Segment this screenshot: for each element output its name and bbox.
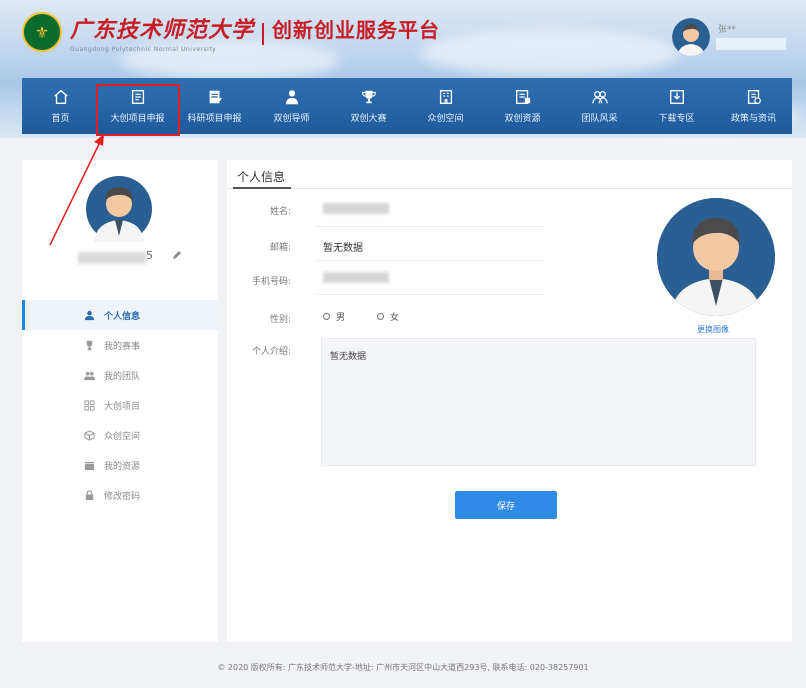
nav-label: 双创导师 <box>273 114 310 124</box>
nav-resources[interactable]: 双创资源 <box>484 78 561 134</box>
intro-textarea[interactable]: 暂无数据 <box>321 338 756 466</box>
nav-label: 双创资源 <box>504 114 541 124</box>
title-underline <box>233 187 291 189</box>
nav-mentor[interactable]: 双创导师 <box>253 78 330 134</box>
home-icon <box>53 89 68 104</box>
annotation-highlight-box <box>96 84 180 136</box>
project-icon <box>84 399 95 411</box>
nav-label: 政策与资讯 <box>730 114 776 124</box>
platform-title: 创新创业服务平台 <box>272 18 441 42</box>
nav-research-project[interactable]: 科研项目申报 <box>176 78 253 134</box>
radio-label: 女 <box>390 313 400 323</box>
menu-item-maker-space[interactable]: 众创空间 <box>22 420 218 450</box>
active-indicator <box>22 300 25 330</box>
sidebar-username-blur <box>78 252 146 264</box>
menu-label: 个人信息 <box>104 311 141 322</box>
user-avatar[interactable] <box>672 18 710 56</box>
radio-circle <box>323 313 330 320</box>
menu-item-personal-info[interactable]: 个人信息 <box>22 300 218 330</box>
nav-label: 下载专区 <box>658 114 695 124</box>
change-avatar-link[interactable]: 更换图像 <box>697 324 729 335</box>
panel-title: 个人信息 <box>237 170 286 184</box>
mentor-icon <box>285 90 298 105</box>
sidebar-username-suffix: 5 <box>146 249 153 262</box>
nav-maker-space[interactable]: 众创空间 <box>407 78 484 134</box>
school-name-en: Guangdong Polytechnic Normal University <box>70 45 217 53</box>
nav-label: 双创大赛 <box>350 114 387 124</box>
user-icon <box>84 310 95 320</box>
profile-panel: 个人信息 姓名: 邮箱: 暂无数据 手机号码: 性别: 男 女 个人介绍: 暂无… <box>227 160 792 642</box>
menu-item-my-competitions[interactable]: 我的赛事 <box>22 330 218 360</box>
avatar-person-icon <box>657 198 775 316</box>
profile-menu: 个人信息 我的赛事 我的团队 大创项目 众创空间 我的资源 修改密码 <box>22 300 218 510</box>
email-label: 邮箱: <box>269 243 291 253</box>
name-value-blur <box>323 203 389 214</box>
nav-label: 首页 <box>51 114 70 124</box>
radio-circle <box>377 313 384 320</box>
policy-icon <box>747 90 761 104</box>
nav-competition[interactable]: 双创大赛 <box>330 78 407 134</box>
menu-item-change-password[interactable]: 修改密码 <box>22 480 218 510</box>
title-divider <box>227 188 792 189</box>
field-divider <box>315 260 545 261</box>
intro-label: 个人介绍: <box>251 347 291 357</box>
menu-item-my-team[interactable]: 我的团队 <box>22 360 218 390</box>
sidebar-avatar[interactable] <box>86 176 152 242</box>
resource-icon <box>515 90 530 104</box>
save-button[interactable]: 保存 <box>455 491 557 519</box>
team-icon <box>84 371 95 380</box>
school-name-cn: 广东技术师范大学 <box>70 17 255 43</box>
menu-item-my-resources[interactable]: 我的资源 <box>22 450 218 480</box>
trophy-icon <box>86 340 93 350</box>
field-divider <box>315 226 545 227</box>
building-icon <box>439 90 452 104</box>
gender-female-radio[interactable]: 女 <box>377 310 399 323</box>
nav-policy[interactable]: 政策与资讯 <box>715 78 792 134</box>
folder-icon <box>84 461 95 470</box>
school-emblem-icon: ⚜ <box>22 12 62 53</box>
header-user-name[interactable]: 张** <box>718 22 736 35</box>
nav-home[interactable]: 首页 <box>22 78 99 134</box>
title-divider <box>262 22 265 45</box>
footer-copyright: © 2020 版权所有: 广东技术师范大学-地址: 广州市天河区中山大道西293… <box>217 663 589 672</box>
trophy-icon <box>361 90 376 104</box>
nav-team[interactable]: 团队风采 <box>561 78 638 134</box>
phone-label: 手机号码: <box>251 277 291 287</box>
menu-label: 我的赛事 <box>104 341 141 352</box>
gender-male-radio[interactable]: 男 <box>323 310 345 323</box>
radio-label: 男 <box>336 313 346 323</box>
intro-value: 暂无数据 <box>330 352 367 362</box>
nav-label: 科研项目申报 <box>187 114 242 124</box>
download-icon <box>669 90 684 104</box>
menu-label: 我的资源 <box>104 461 141 472</box>
header-decoration <box>420 30 680 76</box>
profile-sidebar: 5 个人信息 我的赛事 我的团队 大创项目 众创空间 我的资源 修改密码 <box>22 160 218 642</box>
document-check-icon <box>209 90 222 104</box>
edit-pencil-icon[interactable] <box>172 250 182 260</box>
field-divider <box>315 294 545 295</box>
phone-value-blur <box>323 272 389 283</box>
menu-label: 大创项目 <box>104 401 141 412</box>
team-icon <box>591 90 608 104</box>
cube-icon <box>84 429 95 441</box>
site-logo[interactable]: ⚜ 广东技术师范大学 创新创业服务平台 Guangdong Polytechnic… <box>22 12 440 53</box>
avatar-person-icon <box>672 18 710 56</box>
gender-label: 性别: <box>269 315 291 325</box>
nav-label: 团队风采 <box>581 114 618 124</box>
email-value[interactable]: 暂无数据 <box>323 239 363 254</box>
nav-label: 众创空间 <box>427 114 464 124</box>
lock-icon <box>85 489 94 500</box>
name-label: 姓名: <box>269 207 291 217</box>
menu-label: 修改密码 <box>104 491 141 502</box>
profile-avatar[interactable] <box>657 198 775 316</box>
nav-download[interactable]: 下载专区 <box>638 78 715 134</box>
menu-label: 我的团队 <box>104 371 141 382</box>
header-user-info-blur <box>716 38 786 50</box>
menu-label: 众创空间 <box>104 431 141 442</box>
menu-item-projects[interactable]: 大创项目 <box>22 390 218 420</box>
